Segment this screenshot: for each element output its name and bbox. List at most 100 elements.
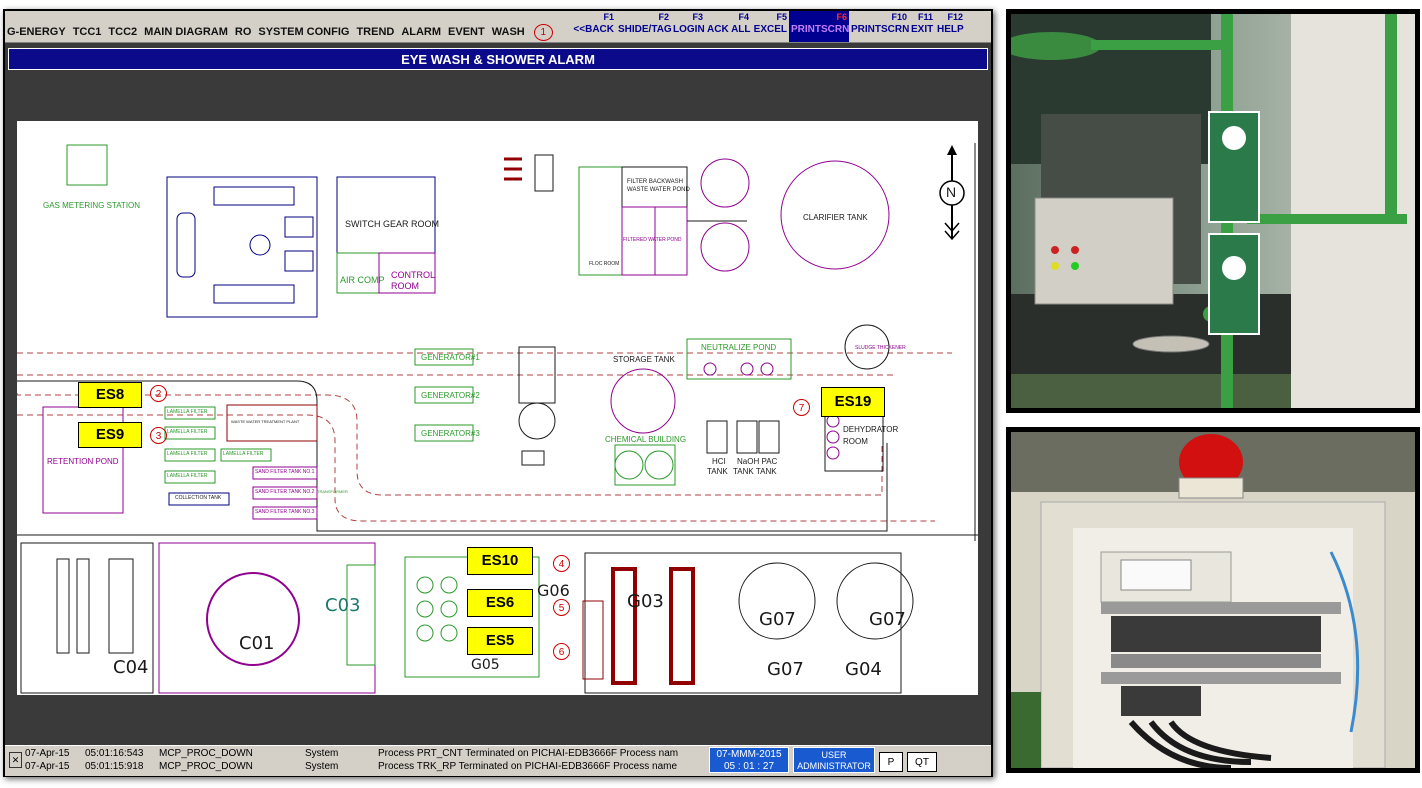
fkey-f12[interactable]: F12 HELP — [935, 11, 965, 42]
menu-item-tcc1[interactable]: TCC1 — [73, 26, 102, 38]
fkey-label: EXIT — [911, 24, 934, 35]
es10-tag[interactable]: ES10 — [467, 547, 533, 575]
fkey-number: F1 — [603, 12, 614, 22]
current-time: 05 : 01 : 27 — [723, 761, 775, 772]
label-filter-backwash-2: WASTE WATER POND — [627, 187, 690, 193]
fkey-f4[interactable]: F4 ACK ALL — [705, 11, 751, 42]
es6-tag[interactable]: ES6 — [467, 589, 533, 617]
event-close-icon[interactable]: ✕ — [9, 752, 22, 768]
bldg-c04: C04 — [113, 657, 149, 678]
label-air-comp: AIR COMP — [340, 275, 385, 285]
panel-photo-image — [1011, 432, 1415, 768]
menu-item-alarm[interactable]: ALARM — [401, 26, 441, 38]
es9-tag[interactable]: ES9 — [78, 422, 142, 448]
bldg-g04: G04 — [845, 659, 882, 680]
event-message: Process PRT_CNT Terminated on PICHAI-EDB… — [378, 748, 679, 759]
label-naoh-1: NaOH PAC — [737, 457, 778, 466]
bldg-c01: C01 — [239, 633, 275, 654]
label-lamella-3: LAMELLA FILTER — [167, 451, 208, 457]
function-keys: F1 <<BACK F2 SHIDE/TAG F3 LOGIN F4 ACK ALL F5 EXC… — [570, 11, 965, 42]
fkey-number: F4 — [738, 12, 749, 22]
label-lamella-2: LAMELLA FILTER — [167, 429, 208, 435]
fkey-f5[interactable]: F5 EXCEL — [751, 11, 789, 42]
qt-button[interactable]: QT — [907, 752, 937, 772]
event-date: 07-Apr-15 — [25, 748, 70, 759]
es5-tag[interactable]: ES5 — [467, 627, 533, 655]
label-sand-filter-1: SAND FILTER TANK NO.1 — [255, 469, 315, 475]
fkey-f11[interactable]: F11 EXIT — [909, 11, 935, 42]
es19-tag[interactable]: ES19 — [821, 387, 885, 417]
label-sludge-thickener: SLUDGE THICKENER — [855, 345, 906, 351]
fkey-label: PRINTSCRN — [791, 24, 850, 35]
bldg-g07-a: G07 — [759, 609, 796, 630]
menu-item-wash[interactable]: WASH — [492, 26, 525, 38]
event-row[interactable]: 07-Apr-15 05:01:15:918 MCP_PROC_DOWN System… — [25, 761, 710, 772]
label-control-2: ROOM — [391, 281, 419, 291]
label-naoh-2: TANK TANK — [733, 467, 777, 476]
north-label: N — [946, 184, 957, 200]
event-row[interactable]: 07-Apr-15 05:01:16:543 MCP_PROC_DOWN System… — [25, 748, 710, 759]
fkey-number: F10 — [891, 12, 907, 22]
shower-photo-image — [1011, 14, 1415, 408]
label-lamella-4: LAMELLA FILTER — [223, 451, 264, 457]
event-source: System — [305, 761, 339, 772]
bldg-g06: G06 — [537, 581, 570, 600]
event-source: System — [305, 748, 339, 759]
menu-item-tcc2[interactable]: TCC2 — [108, 26, 137, 38]
event-message: Process TRK_RP Terminated on PICHAI-EDB3… — [378, 761, 678, 772]
marker-4: 4 — [553, 555, 570, 572]
fkey-f2[interactable]: F2 SHIDE/TAG — [616, 11, 672, 42]
photo-alarm-panel — [1006, 427, 1420, 773]
status-bar: ✕ 07-Apr-15 05:01:16:543 MCP_PROC_DOWN Syst… — [5, 745, 991, 776]
marker-5: 5 — [553, 599, 570, 616]
label-chemical-building: CHEMICAL BUILDING — [605, 435, 687, 444]
label-switch-gear: SWITCH GEAR ROOM — [345, 219, 439, 229]
bldg-g07-c: G07 — [767, 659, 804, 680]
scada-window: G-ENERGY TCC1 TCC2 MAIN DIAGRAM RO SYSTEM CON… — [3, 9, 993, 777]
marker-7: 7 — [793, 399, 810, 416]
fkey-label: <<BACK — [573, 24, 614, 35]
marker-2: 2 — [150, 385, 167, 402]
menu-bar: G-ENERGY TCC1 TCC2 MAIN DIAGRAM RO SYSTEM CON… — [5, 11, 991, 43]
label-sand-filter-3: SAND FILTER TANK NO.3 — [255, 509, 315, 515]
user-display[interactable]: USER ADMINISTRATOR — [793, 747, 875, 773]
label-storage-tank: STORAGE TANK — [613, 355, 675, 364]
plant-diagram: GAS METERING STATION SWITCH GEAR ROOM AI… — [17, 121, 978, 695]
menu-item-main-diagram[interactable]: MAIN DIAGRAM — [144, 26, 228, 38]
marker-6: 6 — [553, 643, 570, 660]
fkey-label: HELP — [937, 24, 964, 35]
label-generator-3: GENERATOR#3 — [421, 429, 480, 438]
es8-tag[interactable]: ES8 — [78, 382, 142, 408]
fkey-label: EXCEL — [753, 24, 787, 35]
label-retention-pond: RETENTION POND — [47, 457, 119, 466]
fkey-f3[interactable]: F3 LOGIN — [671, 11, 705, 42]
p-button[interactable]: P — [879, 752, 903, 772]
fkey-number: F3 — [692, 12, 703, 22]
event-code: MCP_PROC_DOWN — [159, 748, 253, 759]
fkey-label: LOGIN — [673, 24, 705, 35]
fkey-f1[interactable]: F1 <<BACK — [570, 11, 616, 42]
label-clarifier: CLARIFIER TANK — [803, 213, 868, 222]
label-lamella-1: LAMELLA FILTER — [167, 409, 208, 415]
menu-item-event[interactable]: EVENT — [448, 26, 485, 38]
fkey-f6[interactable]: F6 PRINTSCRN — [789, 11, 849, 42]
label-lamella-5: LAMELLA FILTER — [167, 473, 208, 479]
label-floc-room: FLOC ROOM — [589, 261, 620, 267]
fkey-f10[interactable]: F10 PRINTSCRN — [849, 11, 909, 42]
menu-item-system-config[interactable]: SYSTEM CONFIG — [258, 26, 349, 38]
bldg-g03: G03 — [627, 591, 664, 612]
menu-item-trend[interactable]: TREND — [356, 26, 394, 38]
menu-item-ro[interactable]: RO — [235, 26, 252, 38]
user-name: ADMINISTRATOR — [797, 761, 871, 771]
label-hcl-2: TANK — [707, 467, 728, 476]
menu-item-g-energy[interactable]: G-ENERGY — [7, 26, 66, 38]
label-dehydrator-2: ROOM — [843, 437, 868, 446]
label-neutralize-pond: NEUTRALIZE POND — [701, 343, 777, 352]
label-hcl-1: HCl — [712, 457, 726, 466]
fkey-label: ACK ALL — [707, 24, 751, 35]
event-time: 05:01:16:543 — [85, 748, 144, 759]
label-dehydrator-1: DEHYDRATOR — [843, 425, 899, 434]
fkey-number: F11 — [917, 12, 933, 22]
event-date: 07-Apr-15 — [25, 761, 70, 772]
event-time: 05:01:15:918 — [85, 761, 144, 772]
